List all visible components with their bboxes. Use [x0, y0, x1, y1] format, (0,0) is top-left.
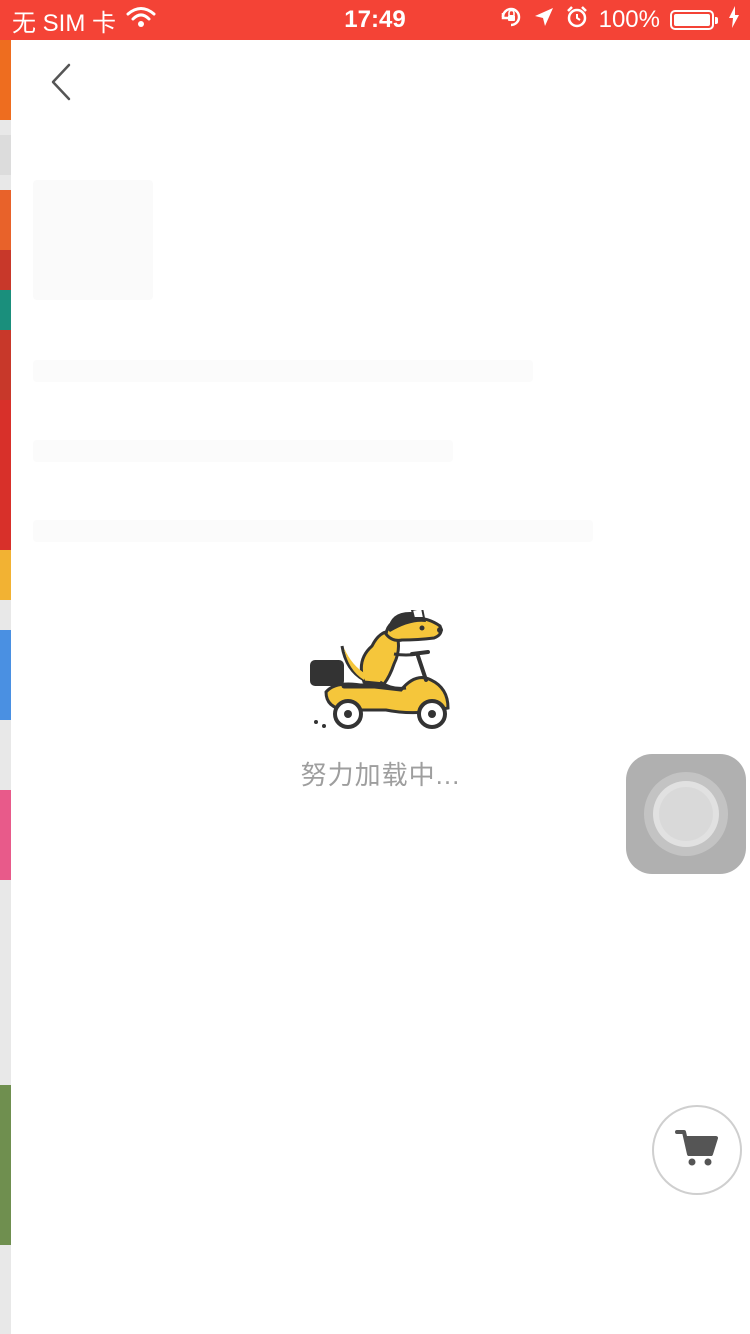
location-arrow-icon: [533, 6, 555, 35]
skeleton-line: [33, 440, 453, 462]
skeleton-image: [33, 180, 153, 300]
loading-page: 努力加载中...: [11, 40, 750, 1334]
orientation-lock-icon: [499, 5, 523, 36]
alarm-icon: [565, 5, 589, 36]
assistive-touch-button[interactable]: [626, 754, 746, 874]
skeleton-line: [33, 520, 593, 542]
assistive-touch-dot-icon: [659, 787, 713, 841]
back-button[interactable]: [41, 62, 81, 106]
status-bar: 无 SIM 卡 17:49 100%: [0, 0, 750, 40]
app-screen: 无 SIM 卡 17:49 100% 努力加载中...: [0, 0, 750, 1334]
charging-bolt-icon: [728, 5, 740, 35]
previous-page-peek: [0, 40, 11, 1334]
chevron-left-icon: [50, 63, 72, 106]
skeleton-line: [33, 360, 533, 382]
cart-button[interactable]: [652, 1105, 742, 1195]
shopping-cart-icon: [675, 1128, 719, 1173]
battery-icon: [670, 10, 718, 30]
status-right: 100%: [499, 5, 740, 36]
kangaroo-scooter-illustration: [11, 606, 750, 737]
battery-percent: 100%: [598, 6, 660, 33]
